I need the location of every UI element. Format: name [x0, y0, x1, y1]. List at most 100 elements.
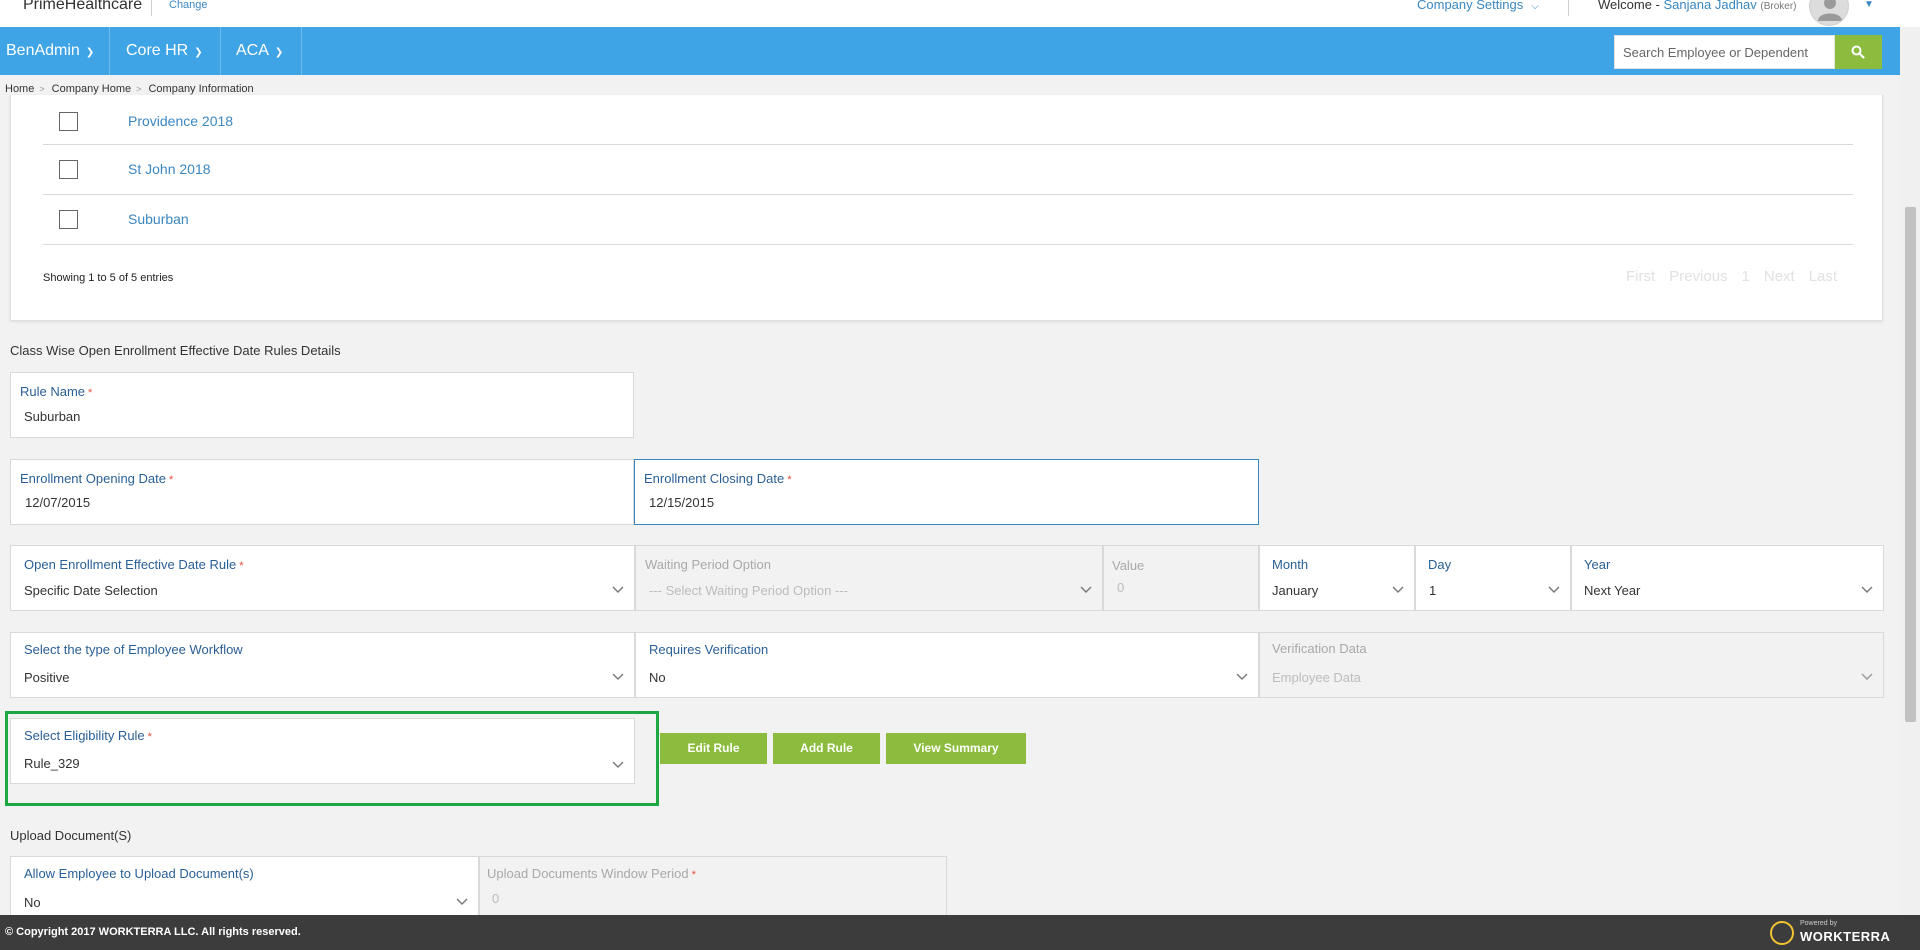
user-name[interactable]: Sanjana Jadhav — [1664, 0, 1757, 12]
chevron-down-icon — [612, 673, 624, 680]
class-link[interactable]: St John 2018 — [128, 161, 211, 177]
enrollment-closing-date-field[interactable]: Enrollment Closing Date * 12/15/2015 — [634, 459, 1259, 525]
enrollment-opening-date-field[interactable]: Enrollment Opening Date * 12/07/2015 — [10, 459, 634, 525]
breadcrumb-home[interactable]: Home — [5, 83, 34, 95]
class-table-panel: Providence 2018 St John 2018 Suburban Sh… — [10, 95, 1883, 321]
oe-effective-date-rule-value: Specific Date Selection — [24, 583, 158, 598]
required-asterisk: * — [239, 560, 244, 572]
chevron-down-icon — [1548, 586, 1560, 593]
avatar[interactable] — [1809, 0, 1849, 26]
waiting-period-option-value: --- Select Waiting Period Option --- — [649, 583, 848, 598]
nav-benadmin[interactable]: BenAdmin ❯ — [0, 27, 94, 75]
company-settings-menu[interactable]: Company Settings ⌵ — [1417, 0, 1539, 12]
field-label: Rule Name * — [20, 384, 93, 399]
chevron-down-icon — [612, 586, 624, 593]
nav-label: Core HR — [126, 42, 189, 59]
top-header: PrimeHealthcare Change Company Settings ⌵… — [0, 0, 1920, 27]
powered-by-text: Powered by — [1800, 920, 1837, 927]
row-checkbox[interactable] — [59, 210, 78, 229]
logo-badge-icon — [1770, 921, 1794, 945]
waiting-period-option-select: Waiting Period Option --- Select Waiting… — [635, 545, 1103, 611]
row-checkbox[interactable] — [59, 112, 78, 131]
field-label: Open Enrollment Effective Date Rule * — [24, 557, 244, 572]
change-company-link[interactable]: Change — [169, 0, 208, 11]
edit-rule-button[interactable]: Edit Rule — [660, 733, 767, 764]
verification-data-value: Employee Data — [1272, 670, 1361, 685]
chevron-down-icon: ❯ — [194, 47, 203, 58]
user-silhouette-icon — [1818, 0, 1842, 21]
add-rule-button[interactable]: Add Rule — [773, 733, 880, 764]
pager-next[interactable]: Next — [1764, 268, 1795, 285]
section-title: Upload Document(S) — [10, 828, 132, 843]
search-button[interactable] — [1835, 35, 1882, 69]
workterra-logo: Powered by WORKTERRA — [1770, 919, 1890, 947]
required-asterisk: * — [691, 869, 696, 881]
scrollbar-thumb[interactable] — [1905, 207, 1916, 722]
pager-previous[interactable]: Previous — [1669, 268, 1727, 285]
month-select[interactable]: Month January — [1259, 545, 1415, 611]
pager-page-1[interactable]: 1 — [1742, 268, 1750, 285]
table-row: Suburban — [43, 195, 1853, 245]
requires-verification-select[interactable]: Requires Verification No — [635, 632, 1259, 698]
oe-effective-date-rule-select[interactable]: Open Enrollment Effective Date Rule * Spe… — [10, 545, 635, 611]
field-label: Year — [1584, 557, 1611, 572]
table-row: St John 2018 — [43, 145, 1853, 195]
rule-name-value: Suburban — [24, 409, 81, 424]
section-title: Class Wise Open Enrollment Effective Dat… — [10, 343, 341, 358]
nav-aca[interactable]: ACA ❯ — [230, 27, 283, 75]
chevron-right-icon: > — [136, 84, 142, 94]
breadcrumb-company-home[interactable]: Company Home — [52, 83, 131, 95]
breadcrumb-company-information: Company Information — [148, 83, 254, 95]
divider — [109, 27, 110, 75]
required-asterisk: * — [168, 474, 174, 486]
welcome-prefix: Welcome - — [1598, 0, 1660, 12]
field-label: Month — [1272, 557, 1309, 572]
field-label: Requires Verification — [649, 642, 769, 657]
month-value: January — [1272, 583, 1319, 598]
employee-workflow-select[interactable]: Select the type of Employee Workflow Pos… — [10, 632, 635, 698]
field-label: Enrollment Closing Date * — [644, 471, 792, 486]
field-label: Upload Documents Window Period * — [487, 866, 696, 881]
divider — [301, 27, 302, 75]
chevron-down-icon[interactable]: ▼ — [1864, 0, 1874, 10]
table-row: Providence 2018 — [43, 95, 1853, 145]
divider — [151, 0, 152, 16]
pager-first[interactable]: First — [1626, 268, 1655, 285]
view-summary-button[interactable]: View Summary — [886, 733, 1026, 764]
chevron-right-icon: > — [39, 84, 45, 94]
verification-data-select: Verification Data Employee Data — [1259, 632, 1884, 698]
required-asterisk: * — [88, 387, 93, 399]
footer: © Copyright 2017 WORKTERRA LLC. All righ… — [0, 915, 1920, 950]
nav-label: ACA — [236, 42, 269, 59]
day-select[interactable]: Day 1 — [1415, 545, 1571, 611]
value-field-value: 0 — [1117, 580, 1125, 595]
chevron-down-icon — [1861, 586, 1873, 593]
pager-last[interactable]: Last — [1809, 268, 1837, 285]
chevron-down-icon — [1392, 586, 1404, 593]
class-link[interactable]: Providence 2018 — [128, 113, 233, 129]
value-field: Value 0 — [1103, 545, 1259, 611]
highlight-annotation — [5, 711, 659, 806]
year-select[interactable]: Year Next Year — [1571, 545, 1884, 611]
row-checkbox[interactable] — [59, 160, 78, 179]
nav-label: BenAdmin — [6, 42, 80, 59]
chevron-down-icon — [1236, 673, 1248, 680]
allow-upload-select[interactable]: Allow Employee to Upload Document(s) No — [10, 856, 479, 916]
enrollment-opening-date-value: 12/07/2015 — [25, 495, 91, 510]
welcome-text: Welcome - Sanjana Jadhav (Broker) — [1598, 0, 1797, 12]
requires-verification-value: No — [649, 670, 666, 685]
class-link[interactable]: Suburban — [128, 211, 189, 227]
employee-workflow-value: Positive — [24, 670, 70, 685]
copyright-text: © Copyright 2017 WORKTERRA LLC. All righ… — [5, 926, 301, 938]
employee-search-input[interactable] — [1614, 35, 1835, 69]
breadcrumb: Home > Company Home > Company Information — [5, 83, 257, 95]
field-label: Day — [1428, 557, 1452, 572]
rule-name-field[interactable]: Rule Name * Suburban — [10, 372, 634, 438]
nav-core-hr[interactable]: Core HR ❯ — [120, 27, 203, 75]
chevron-down-icon: ❯ — [274, 47, 284, 58]
field-label: Allow Employee to Upload Document(s) — [24, 866, 254, 881]
divider — [220, 27, 221, 75]
logo-name: WORKTERRA — [1800, 929, 1891, 944]
field-label: Enrollment Opening Date * — [20, 471, 174, 486]
chevron-down-icon — [456, 898, 468, 905]
